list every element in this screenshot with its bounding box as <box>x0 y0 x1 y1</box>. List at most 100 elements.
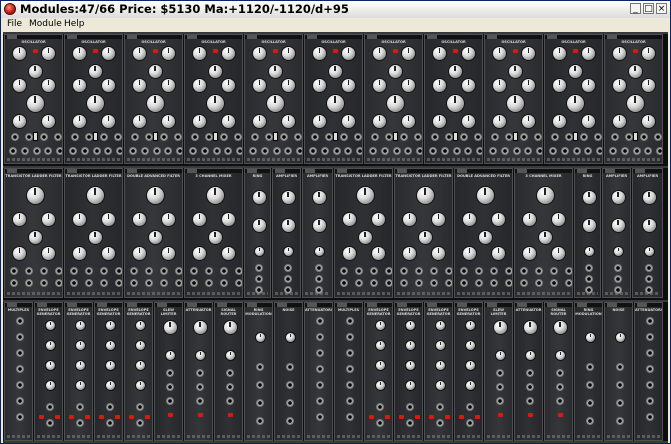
knob-icon[interactable] <box>162 247 175 260</box>
knob-icon[interactable] <box>283 247 293 256</box>
jack-icon[interactable] <box>535 267 543 275</box>
maximize-button[interactable]: □ <box>643 3 654 14</box>
jack-icon[interactable] <box>205 279 213 287</box>
knob-icon[interactable] <box>465 321 475 330</box>
jack-icon[interactable] <box>44 147 53 155</box>
jack-icon[interactable] <box>285 417 294 425</box>
knob-icon[interactable] <box>375 361 385 370</box>
knob-icon[interactable] <box>133 213 146 226</box>
jack-icon[interactable] <box>354 133 362 141</box>
jack-icon[interactable] <box>445 267 452 275</box>
jack-icon[interactable] <box>550 279 558 287</box>
synth-module[interactable]: DOUBLE ADVANCED FILTER <box>454 168 513 298</box>
knob-icon[interactable] <box>403 247 416 260</box>
knob-icon[interactable] <box>133 79 146 92</box>
jack-icon[interactable] <box>474 133 482 141</box>
knob-icon[interactable] <box>462 79 475 92</box>
synth-module[interactable]: TRANSISTOR LADDER FILTER <box>394 168 453 298</box>
jack-icon[interactable] <box>249 147 257 155</box>
red-orb-icon[interactable] <box>4 3 16 15</box>
knob-icon[interactable] <box>162 79 175 92</box>
knob-icon[interactable] <box>102 79 115 92</box>
knob-icon[interactable] <box>42 79 55 92</box>
jack-icon[interactable] <box>345 365 354 373</box>
jack-icon[interactable] <box>283 275 292 283</box>
jack-icon[interactable] <box>314 275 323 283</box>
jack-icon[interactable] <box>100 279 108 287</box>
knob-icon[interactable] <box>525 351 535 360</box>
jack-icon[interactable] <box>584 275 593 283</box>
knob-icon[interactable] <box>373 79 386 92</box>
jack-icon[interactable] <box>175 279 182 287</box>
knob-icon[interactable] <box>281 191 295 204</box>
jack-icon[interactable] <box>435 419 444 427</box>
jack-icon[interactable] <box>235 267 242 275</box>
knob-icon[interactable] <box>492 247 505 260</box>
knob-icon[interactable] <box>495 351 505 360</box>
jack-icon[interactable] <box>520 279 528 287</box>
knob-icon[interactable] <box>146 187 164 204</box>
knob-icon[interactable] <box>642 47 655 60</box>
synth-module[interactable]: ATTENUATORS <box>304 302 333 441</box>
jack-icon[interactable] <box>404 147 413 155</box>
jack-icon[interactable] <box>272 147 281 155</box>
jack-icon[interactable] <box>345 333 354 341</box>
jack-icon[interactable] <box>613 275 622 283</box>
knob-icon[interactable] <box>163 321 177 334</box>
knob-icon[interactable] <box>133 115 146 128</box>
jack-icon[interactable] <box>345 397 354 405</box>
synth-module[interactable]: AMPLIFIER <box>272 168 301 298</box>
synth-module[interactable]: RING MODULATION <box>574 302 603 441</box>
jack-icon[interactable] <box>405 419 414 427</box>
jack-icon[interactable] <box>460 279 468 287</box>
knob-icon[interactable] <box>508 65 522 78</box>
synth-module[interactable]: MULTIPLES <box>4 302 33 441</box>
jack-icon[interactable] <box>620 147 629 155</box>
jack-icon[interactable] <box>654 133 662 141</box>
knob-icon[interactable] <box>313 115 326 128</box>
synth-module[interactable]: TRANSISTOR LADDER FILTER <box>64 168 123 298</box>
jack-icon[interactable] <box>45 403 54 411</box>
knob-icon[interactable] <box>195 351 205 360</box>
jack-icon[interactable] <box>435 403 444 411</box>
knob-icon[interactable] <box>553 115 566 128</box>
knob-icon[interactable] <box>266 95 284 112</box>
jack-icon[interactable] <box>129 147 137 155</box>
jack-icon[interactable] <box>212 147 221 155</box>
knob-icon[interactable] <box>165 351 175 360</box>
jack-icon[interactable] <box>315 317 324 325</box>
jack-icon[interactable] <box>75 403 84 411</box>
knob-icon[interactable] <box>642 219 656 232</box>
jack-icon[interactable] <box>283 264 292 272</box>
jack-icon[interactable] <box>309 147 317 155</box>
knob-icon[interactable] <box>222 79 235 92</box>
knob-icon[interactable] <box>75 341 85 350</box>
knob-icon[interactable] <box>405 361 415 370</box>
knob-icon[interactable] <box>536 187 554 204</box>
knob-icon[interactable] <box>372 213 385 226</box>
knob-icon[interactable] <box>208 231 222 244</box>
jack-icon[interactable] <box>585 363 594 371</box>
knob-icon[interactable] <box>42 213 55 226</box>
menu-help[interactable]: Help <box>64 18 85 31</box>
jack-icon[interactable] <box>645 381 654 389</box>
jack-icon[interactable] <box>255 381 264 389</box>
knob-icon[interactable] <box>342 115 355 128</box>
jack-icon[interactable] <box>645 365 654 373</box>
knob-icon[interactable] <box>613 247 623 256</box>
knob-icon[interactable] <box>435 341 445 350</box>
knob-icon[interactable] <box>135 341 145 350</box>
knob-icon[interactable] <box>312 219 326 232</box>
jack-icon[interactable] <box>315 397 324 405</box>
jack-icon[interactable] <box>85 267 93 275</box>
knob-icon[interactable] <box>193 247 206 260</box>
jack-icon[interactable] <box>195 397 204 405</box>
jack-icon[interactable] <box>315 413 324 421</box>
jack-icon[interactable] <box>555 369 564 377</box>
synth-module[interactable]: DOUBLE ADVANCED FILTER <box>124 168 183 298</box>
knob-icon[interactable] <box>465 341 475 350</box>
jack-icon[interactable] <box>56 147 62 155</box>
jack-icon[interactable] <box>254 275 263 283</box>
knob-icon[interactable] <box>343 247 356 260</box>
knob-icon[interactable] <box>281 219 295 232</box>
